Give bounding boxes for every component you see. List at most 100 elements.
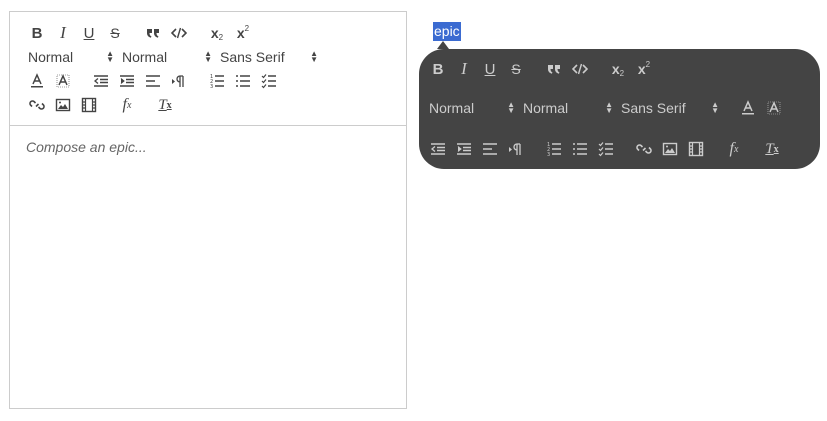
toolbar-row-formats: B I U S x2 x2 (24, 22, 256, 44)
blockquote-icon (548, 65, 560, 74)
image-icon (55, 98, 71, 112)
background-color-button[interactable] (50, 70, 76, 92)
text-color-icon (742, 100, 754, 115)
direction-rtl-icon (509, 143, 521, 155)
toolbar-row-blocks: 123 (24, 70, 282, 92)
indent-button[interactable] (114, 70, 140, 92)
size-picker-label: Normal (122, 49, 168, 65)
align-button[interactable] (477, 138, 503, 160)
indent-button[interactable] (451, 138, 477, 160)
text-color-button[interactable] (735, 97, 761, 119)
italic-button[interactable]: I (451, 58, 477, 80)
header-picker[interactable]: Normal ▲ ▼ (24, 46, 118, 68)
video-icon (81, 97, 97, 113)
header-picker[interactable]: Normal ▲ ▼ (425, 97, 519, 119)
picker-arrows-icon: ▲ ▼ (310, 49, 318, 64)
bubble-row-blocks: 123 fx Tx (425, 138, 785, 160)
text-color-icon (31, 73, 43, 88)
ordered-list-button[interactable]: 123 (204, 70, 230, 92)
font-picker-label: Sans Serif (220, 49, 285, 65)
font-picker[interactable]: Sans Serif ▲ ▼ (617, 97, 723, 119)
selected-text[interactable]: epic (433, 22, 461, 41)
formula-button[interactable]: fx (114, 94, 140, 116)
check-list-button[interactable] (593, 138, 619, 160)
font-picker-label: Sans Serif (621, 100, 686, 116)
formula-button[interactable]: fx (721, 138, 747, 160)
svg-text:3: 3 (210, 84, 213, 89)
bullet-list-icon (236, 75, 250, 87)
ordered-list-icon: 123 (210, 74, 224, 89)
check-list-icon (598, 142, 613, 157)
blockquote-icon (147, 29, 159, 38)
strike-button[interactable]: S (102, 22, 128, 44)
code-block-button[interactable] (567, 58, 593, 80)
align-left-icon (146, 75, 160, 87)
picker-arrows-icon: ▲ ▼ (507, 100, 515, 115)
link-button[interactable] (631, 138, 657, 160)
toolbar-row-pickers: Normal ▲ ▼ Normal ▲ ▼ Sans Serif ▲ ▼ (24, 46, 322, 68)
underline-button[interactable]: U (76, 22, 102, 44)
video-button[interactable] (683, 138, 709, 160)
blockquote-button[interactable] (140, 22, 166, 44)
outdent-icon (430, 143, 445, 155)
outdent-icon (93, 75, 108, 87)
clean-button[interactable]: Tx (152, 94, 178, 116)
underline-button[interactable]: U (477, 58, 503, 80)
size-picker[interactable]: Normal ▲ ▼ (118, 46, 216, 68)
size-picker[interactable]: Normal ▲ ▼ (519, 97, 617, 119)
picker-arrows-icon: ▲ ▼ (605, 100, 613, 115)
bullet-list-button[interactable] (230, 70, 256, 92)
clean-button[interactable]: Tx (759, 138, 785, 160)
image-button[interactable] (50, 94, 76, 116)
check-list-icon (261, 74, 276, 89)
snow-editor: B I U S x2 x2 Normal ▲ ▼ Normal ▲ ▼ Sans… (9, 11, 407, 409)
superscript-button[interactable]: x2 (631, 58, 657, 80)
subscript-button[interactable]: x2 (204, 22, 230, 44)
indent-icon (457, 143, 471, 155)
direction-button[interactable] (166, 70, 192, 92)
bullet-list-button[interactable] (567, 138, 593, 160)
strike-button[interactable]: S (503, 58, 529, 80)
direction-button[interactable] (503, 138, 529, 160)
link-button[interactable] (24, 94, 50, 116)
bubble-toolbar: B I U S x2 x2 Normal ▲ ▼ Normal ▲ ▼ Sans S… (419, 49, 820, 169)
toolbar-row-media: fx Tx (24, 94, 178, 116)
bold-button[interactable]: B (24, 22, 50, 44)
text-color-button[interactable] (24, 70, 50, 92)
direction-rtl-icon (172, 75, 184, 87)
bullet-list-icon (573, 143, 587, 155)
blockquote-button[interactable] (541, 58, 567, 80)
check-list-button[interactable] (256, 70, 282, 92)
background-color-icon (767, 101, 781, 115)
picker-arrows-icon: ▲ ▼ (204, 49, 212, 64)
image-icon (662, 142, 678, 156)
outdent-button[interactable] (88, 70, 114, 92)
font-picker[interactable]: Sans Serif ▲ ▼ (216, 46, 322, 68)
italic-button[interactable]: I (50, 22, 76, 44)
code-block-icon (572, 63, 588, 75)
size-picker-label: Normal (523, 100, 569, 116)
ordered-list-button[interactable]: 123 (541, 138, 567, 160)
video-button[interactable] (76, 94, 102, 116)
picker-arrows-icon: ▲ ▼ (106, 49, 114, 64)
bubble-row-formats: B I U S x2 x2 (425, 58, 657, 80)
outdent-button[interactable] (425, 138, 451, 160)
link-icon (636, 144, 652, 154)
link-icon (29, 100, 45, 110)
superscript-button[interactable]: x2 (230, 22, 256, 44)
align-button[interactable] (140, 70, 166, 92)
editor-placeholder: Compose an epic... (26, 139, 147, 155)
header-picker-label: Normal (28, 49, 74, 65)
snow-editor-content[interactable]: Compose an epic... (10, 126, 406, 408)
bubble-row-pickers: Normal ▲ ▼ Normal ▲ ▼ Sans Serif ▲ ▼ (425, 97, 787, 119)
code-block-icon (171, 27, 187, 39)
bold-button[interactable]: B (425, 58, 451, 80)
align-left-icon (483, 143, 497, 155)
image-button[interactable] (657, 138, 683, 160)
header-picker-label: Normal (429, 100, 475, 116)
subscript-button[interactable]: x2 (605, 58, 631, 80)
video-icon (688, 141, 704, 157)
background-color-button[interactable] (761, 97, 787, 119)
bubble-tooltip-arrow (437, 41, 449, 49)
code-block-button[interactable] (166, 22, 192, 44)
